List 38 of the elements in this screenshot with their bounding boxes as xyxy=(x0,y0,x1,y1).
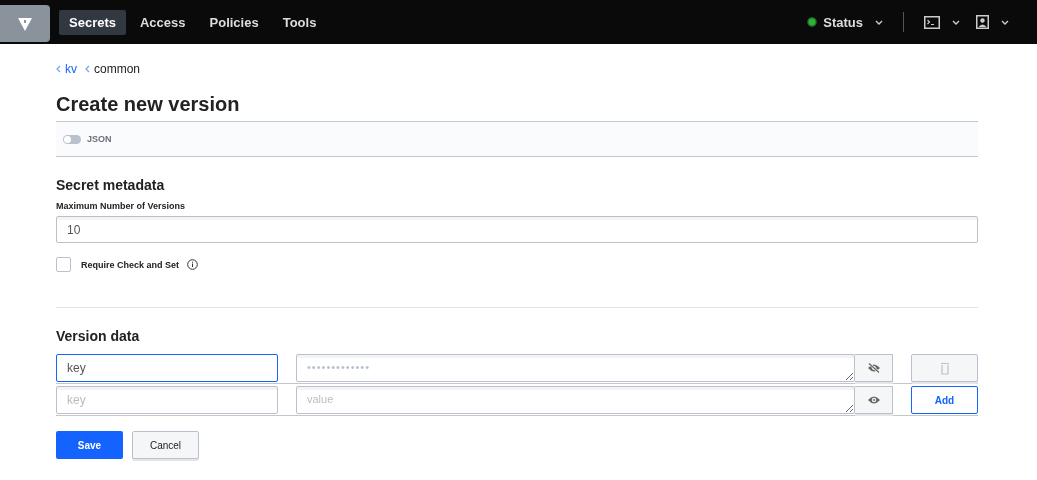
key-field[interactable]: key xyxy=(56,354,278,382)
nav-tab[interactable]: Tools xyxy=(272,9,327,35)
nav-tab[interactable]: Access xyxy=(130,9,196,35)
chevron-down-icon xyxy=(952,19,960,25)
page-title: Create new version xyxy=(56,93,241,116)
breadcrumb-link[interactable]: common xyxy=(94,62,140,76)
nav-tab[interactable]: Secrets xyxy=(59,9,126,35)
status-menu[interactable]: Status xyxy=(799,10,891,34)
add-button[interactable]: Add xyxy=(911,386,978,414)
chevron-down-icon xyxy=(875,19,883,25)
cancel-button[interactable]: Cancel xyxy=(132,431,199,459)
field-label: Maximum Number of Versions xyxy=(56,201,187,211)
chevron-left-icon xyxy=(56,65,61,73)
nav-tab[interactable]: Policies xyxy=(199,9,269,35)
breadcrumb-link[interactable]: kv xyxy=(65,62,77,76)
input-field[interactable]: 10 xyxy=(56,216,978,243)
eye-slash-icon xyxy=(866,363,881,373)
checkbox[interactable] xyxy=(56,257,71,272)
info-icon xyxy=(187,259,199,270)
hide-value-button[interactable] xyxy=(855,386,893,414)
show-value-button[interactable] xyxy=(855,354,893,382)
logo-button[interactable] xyxy=(0,5,50,42)
toggle-label: JSON xyxy=(87,134,112,144)
trash-icon xyxy=(939,361,950,375)
json-toggle[interactable] xyxy=(63,134,81,144)
save-button[interactable]: Save xyxy=(56,431,123,459)
chevron-down-icon xyxy=(1001,19,1009,25)
logo-icon xyxy=(17,15,33,32)
user-icon xyxy=(976,15,989,29)
terminal-icon xyxy=(924,15,940,29)
value-field[interactable]: value xyxy=(296,386,855,414)
section-heading: Version data xyxy=(56,328,141,344)
section-heading: Secret metadata xyxy=(56,177,166,193)
eye-icon xyxy=(866,395,881,405)
status-dot-icon xyxy=(807,17,818,27)
chevron-left-icon xyxy=(85,65,90,73)
checkbox-label: Require Check and Set xyxy=(81,259,180,270)
key-field[interactable]: key xyxy=(56,386,278,414)
